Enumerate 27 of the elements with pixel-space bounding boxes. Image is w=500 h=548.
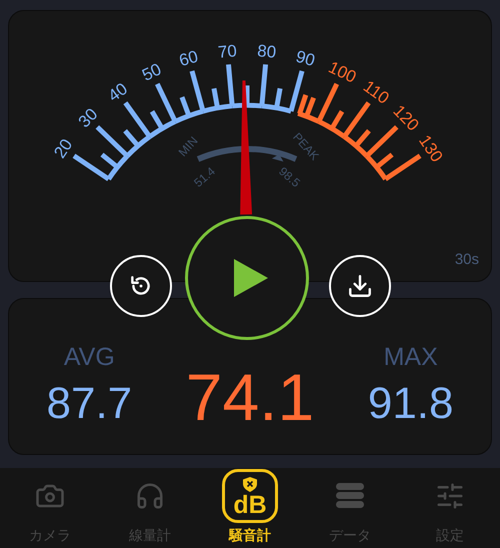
headphones-icon: [135, 481, 165, 511]
min-label: MIN: [176, 134, 201, 160]
peak-value: 98.5: [276, 164, 303, 190]
scale-label: 50: [139, 60, 164, 85]
scale-label: 30: [74, 104, 102, 132]
scale-label: 90: [294, 46, 317, 70]
scale-label: 70: [217, 41, 238, 62]
avg-label: AVG: [64, 345, 115, 370]
peak-marker-icon: [272, 154, 284, 162]
download-icon: [347, 273, 373, 299]
duration-label: 30s: [454, 250, 479, 270]
tab[interactable]: dB 騒音計: [200, 468, 300, 548]
min-value: 51.4: [191, 164, 218, 190]
scale-label: 20: [50, 135, 76, 162]
max-label: MAX: [384, 345, 438, 370]
shield-icon: [243, 477, 257, 492]
sliders-icon: [435, 481, 465, 511]
max-value: 91.8: [368, 382, 454, 426]
scale-label: 40: [104, 79, 131, 106]
current-value: 74.1: [186, 364, 314, 430]
db-text: dB: [233, 492, 267, 518]
scale-label: 60: [177, 46, 200, 70]
avg-value: 87.7: [46, 382, 132, 426]
scale-label: 80: [256, 41, 277, 62]
stack-icon: [336, 483, 364, 509]
scale-label: 100: [326, 58, 360, 87]
play-icon: [234, 259, 268, 297]
